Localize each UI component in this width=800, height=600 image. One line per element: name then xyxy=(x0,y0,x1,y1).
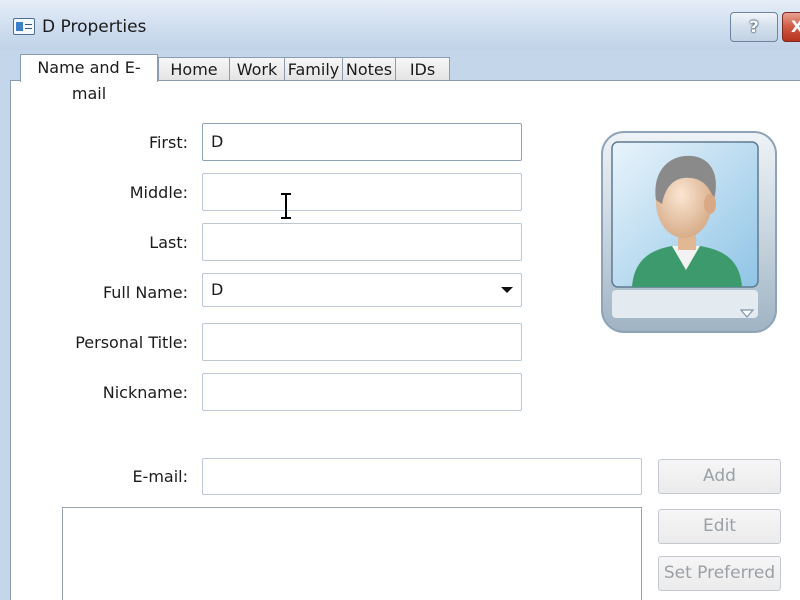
email-list[interactable] xyxy=(62,507,642,600)
email-label: E-mail: xyxy=(132,467,188,486)
tab-notes[interactable]: Notes xyxy=(342,57,396,81)
personal-title-field[interactable] xyxy=(202,323,522,361)
nickname-field[interactable] xyxy=(202,373,522,411)
tab-work[interactable]: Work xyxy=(229,57,285,81)
middle-name-field[interactable] xyxy=(202,173,522,211)
text-cursor-icon xyxy=(281,193,291,219)
contact-avatar-icon[interactable] xyxy=(600,130,780,336)
window-title: D Properties xyxy=(42,17,147,37)
help-button[interactable]: ? xyxy=(730,12,778,42)
last-name-field[interactable] xyxy=(202,223,522,261)
dropdown-arrow-icon[interactable] xyxy=(501,287,513,293)
properties-window: D Properties ? X Name and E-mail Home Wo… xyxy=(0,0,800,600)
full-name-label: Full Name: xyxy=(102,283,188,302)
full-name-value: D xyxy=(211,280,224,299)
nickname-label: Nickname: xyxy=(102,383,188,402)
full-name-combo[interactable]: D xyxy=(202,273,522,307)
email-field[interactable] xyxy=(202,458,642,495)
tab-name-and-email[interactable]: Name and E-mail xyxy=(20,54,158,103)
contact-card-icon xyxy=(13,18,35,35)
tab-ids[interactable]: IDs xyxy=(395,57,450,81)
add-button[interactable]: Add xyxy=(658,459,781,494)
edit-button[interactable]: Edit xyxy=(658,509,781,544)
tab-strip: Name and E-mail Home Work Family Notes I… xyxy=(20,54,800,103)
last-label: Last: xyxy=(149,233,188,252)
middle-label: Middle: xyxy=(129,183,188,202)
personal-title-label: Personal Title: xyxy=(75,333,188,352)
first-name-field[interactable]: D xyxy=(202,123,522,161)
tab-home[interactable]: Home xyxy=(158,57,230,81)
first-label: First: xyxy=(148,133,188,152)
close-button[interactable]: X xyxy=(782,12,800,42)
title-bar[interactable]: D Properties ? X xyxy=(0,0,800,50)
set-preferred-button[interactable]: Set Preferred xyxy=(658,556,781,591)
tab-family[interactable]: Family xyxy=(284,57,343,81)
